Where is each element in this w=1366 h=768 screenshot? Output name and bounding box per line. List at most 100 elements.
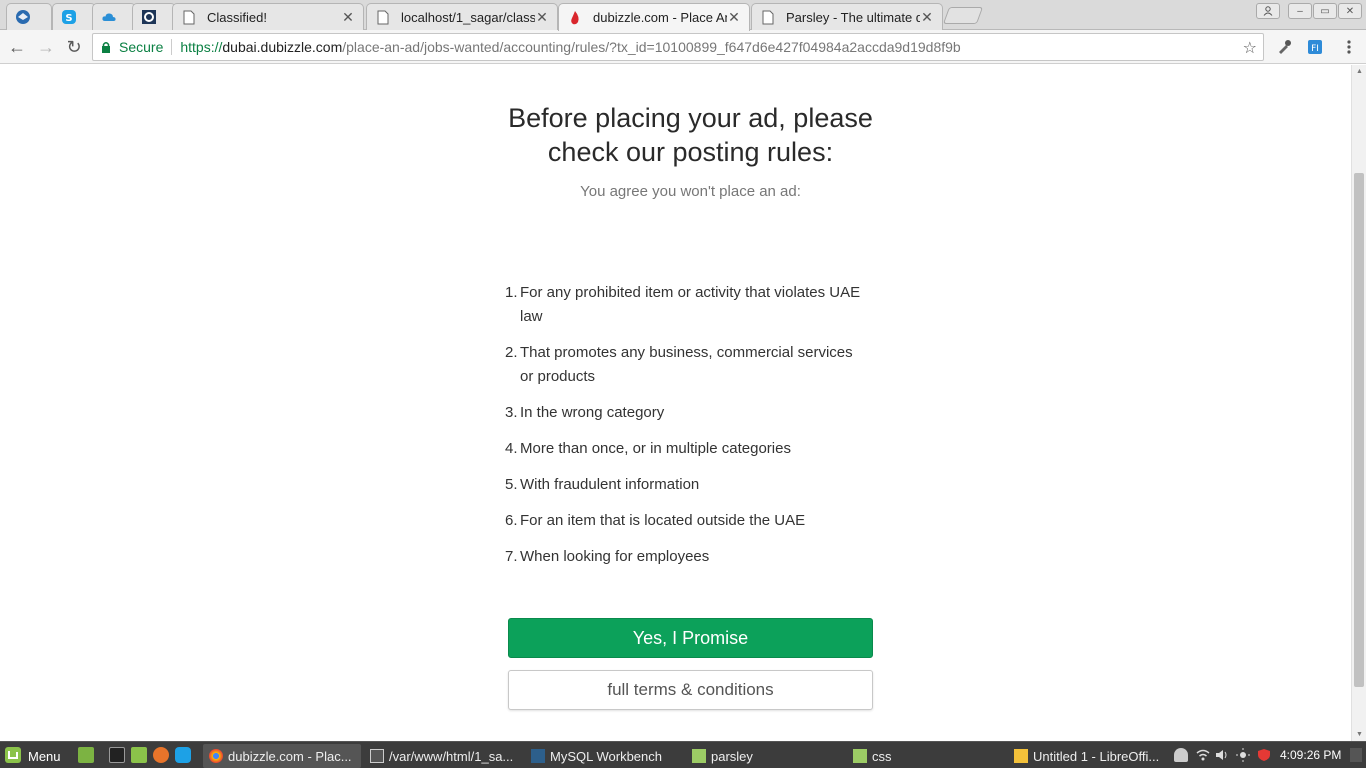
terms-conditions-button[interactable]: full terms & conditions [508,670,873,710]
title-line-2: check our posting rules: [547,137,834,167]
forward-icon[interactable]: → [35,36,57,58]
page-icon [760,9,776,25]
task-chrome[interactable]: dubizzle.com - Plac... [203,744,361,768]
tab-gear-app[interactable] [132,3,176,30]
page-icon [375,9,391,25]
close-icon[interactable]: ✕ [727,9,741,26]
rule-number: 4. [505,440,518,457]
page-icon [181,9,197,25]
close-icon[interactable]: ✕ [535,9,549,26]
firefox-icon[interactable] [153,747,169,763]
user-tray-icon[interactable] [1174,748,1188,762]
task-css-folder[interactable]: css [847,744,1005,768]
maximize-button[interactable]: ▭ [1313,3,1337,19]
cloud-icon [101,9,117,25]
editor-icon [370,749,384,763]
new-tab-button[interactable] [942,7,984,24]
show-desktop-corner[interactable] [1350,748,1362,762]
eyedropper-icon[interactable] [1275,38,1293,56]
tab-label: localhost/1_sagar/classi [401,9,535,25]
tab-parsley[interactable]: Parsley - The ultimate d ✕ [751,3,943,30]
task-label: dubizzle.com - Plac... [228,748,352,764]
libreoffice-icon [1014,749,1028,763]
rule-text: For any prohibited item or activity that… [520,284,861,325]
folder-icon [692,749,706,763]
volume-icon[interactable] [1215,748,1229,762]
secure-label: Secure [119,39,164,55]
rule-number: 1. [505,284,518,301]
page-content: Before placing your ad, please check our… [0,65,1351,741]
folder-icon [853,749,867,763]
back-icon[interactable]: ← [6,36,28,58]
gear-app-icon [141,9,157,25]
thunderbird-icon [15,9,31,25]
bookmark-star-icon[interactable]: ☆ [1243,38,1257,58]
tab-classified[interactable]: Classified! ✕ [172,3,364,30]
url-path: /place-an-ad/jobs-wanted/accounting/rule… [342,39,961,55]
chrome-icon [209,749,223,763]
rule-text: For an item that is located outside the … [520,512,806,529]
scrollbar-thumb[interactable] [1354,173,1364,687]
scroll-up-icon[interactable]: ▲ [1356,68,1363,75]
tab-label: Parsley - The ultimate d [786,9,920,25]
user-icon[interactable] [1256,3,1280,19]
tab-label: Classified! [207,9,267,25]
task-parsley-folder[interactable]: parsley [686,744,844,768]
tab-thunderbird[interactable] [6,3,52,30]
page-subtitle: You agree you won't place an ad: [580,183,801,200]
task-libreoffice[interactable]: Untitled 1 - LibreOffi... [1008,744,1164,768]
yes-i-promise-button[interactable]: Yes, I Promise [508,618,873,658]
rule-text: In the wrong category [520,404,665,421]
minimize-button[interactable]: – [1288,3,1312,19]
task-editor[interactable]: /var/www/html/1_sa... [364,744,522,768]
rule-number: 5. [505,476,518,493]
rule-text: With fraudulent information [520,476,700,493]
menu-label: Menu [28,748,61,764]
mysql-icon [531,749,545,763]
clock: 4:09:26 PM [1280,748,1342,762]
page-scrollbar[interactable]: ▲ ▼ [1351,65,1366,741]
tab-dubizzle[interactable]: dubizzle.com - Place An ✕ [558,3,750,31]
rule-number: 3. [505,404,518,421]
address-bar[interactable]: Secure https://dubai.dubizzle.com/place-… [92,33,1264,61]
brightness-icon[interactable] [1236,748,1250,762]
shield-icon[interactable] [1257,748,1271,762]
lock-icon [101,41,115,53]
dubizzle-icon [567,10,583,26]
list-item: 4. More than once, or in multiple categor… [505,437,865,461]
close-window-button[interactable]: ✕ [1338,3,1362,19]
rule-number: 6. [505,512,518,529]
task-mysql[interactable]: MySQL Workbench [525,744,683,768]
files-icon[interactable] [131,747,147,763]
terminal-icon[interactable] [109,747,125,763]
task-label: MySQL Workbench [550,748,662,764]
list-item: 6. For an item that is located outside th… [505,509,865,533]
rule-text: When looking for employees [520,548,710,565]
task-label: css [872,748,892,764]
tab-localhost[interactable]: localhost/1_sagar/classi ✕ [366,3,558,30]
scroll-down-icon[interactable]: ▼ [1356,731,1363,738]
tab-cloud[interactable] [92,3,136,30]
task-label: Untitled 1 - LibreOffi... [1033,748,1160,764]
divider [171,39,173,55]
menu-dots-icon[interactable] [1340,38,1358,56]
rule-text: More than once, or in multiple categorie… [520,440,791,457]
url-host: dubai.dubizzle.com [222,39,343,55]
extension-icon[interactable]: FI [1306,38,1324,56]
mint-logo-icon [4,746,22,767]
rule-number: 2. [505,344,518,361]
close-icon[interactable]: ✕ [920,9,934,26]
skype-icon[interactable] [175,747,191,763]
close-icon[interactable]: ✕ [341,9,355,26]
task-label: parsley [711,748,753,764]
task-label: /var/www/html/1_sa... [389,748,514,764]
start-menu-button[interactable]: Menu [4,745,61,767]
tab-skype[interactable]: S [52,3,96,30]
rule-number: 7. [505,548,518,565]
show-desktop-icon[interactable] [78,747,94,763]
wifi-icon[interactable] [1196,748,1210,762]
url-scheme: https:// [180,39,223,55]
tab-label: dubizzle.com - Place An [593,10,727,25]
browser-toolbar: ← → ↻ Secure https://dubai.dubizzle.com /… [0,30,1366,64]
reload-icon[interactable]: ↻ [63,36,85,58]
